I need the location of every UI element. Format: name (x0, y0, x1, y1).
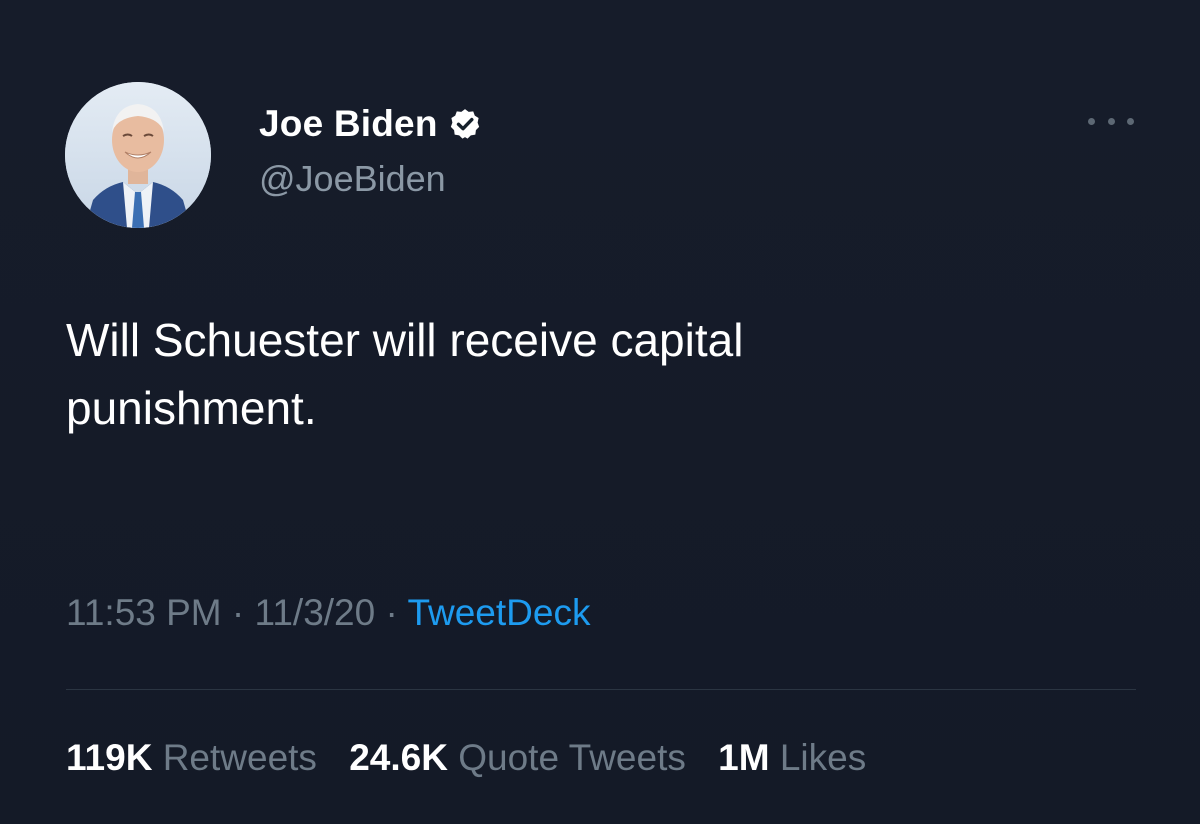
retweets-count: 119K (66, 737, 153, 778)
retweets-stat[interactable]: 119K Retweets (66, 737, 317, 778)
avatar-photo (65, 82, 211, 228)
display-name[interactable]: Joe Biden (259, 103, 438, 145)
more-dot (1127, 117, 1134, 125)
avatar[interactable] (65, 82, 211, 228)
quotes-label: Quote Tweets (458, 737, 686, 778)
verified-badge-icon (448, 107, 482, 141)
likes-label: Likes (779, 737, 867, 778)
user-handle[interactable]: @JoeBiden (259, 158, 446, 200)
meta-separator: · (231, 592, 245, 633)
quotes-count: 24.6K (349, 737, 448, 778)
tweet-text-line: punishment. (66, 382, 317, 434)
meta-separator: · (385, 592, 398, 633)
tweet-card: Joe Biden @JoeBiden Will Schuester will … (0, 0, 1200, 824)
tweet-text: Will Schuester will receive capital puni… (66, 306, 1066, 442)
retweets-label: Retweets (162, 737, 317, 778)
tweet-time[interactable]: 11:53 PM (66, 592, 222, 633)
more-options-icon[interactable] (1088, 106, 1134, 136)
more-dot (1107, 117, 1115, 125)
likes-count: 1M (718, 737, 770, 778)
quote-tweets-stat[interactable]: 24.6K Quote Tweets (349, 737, 686, 778)
tweet-stats: 119K Retweets 24.6K Quote Tweets 1M Like… (66, 737, 888, 779)
name-row: Joe Biden (259, 100, 482, 148)
likes-stat[interactable]: 1M Likes (718, 737, 866, 778)
divider (66, 689, 1136, 690)
more-dot (1088, 117, 1095, 125)
tweet-date[interactable]: 11/3/20 (255, 592, 376, 633)
tweet-source-link[interactable]: TweetDeck (407, 592, 590, 633)
tweet-meta: 11:53 PM · 11/3/20 · TweetDeck (66, 592, 590, 634)
tweet-text-line: Will Schuester will receive capital (66, 314, 744, 366)
